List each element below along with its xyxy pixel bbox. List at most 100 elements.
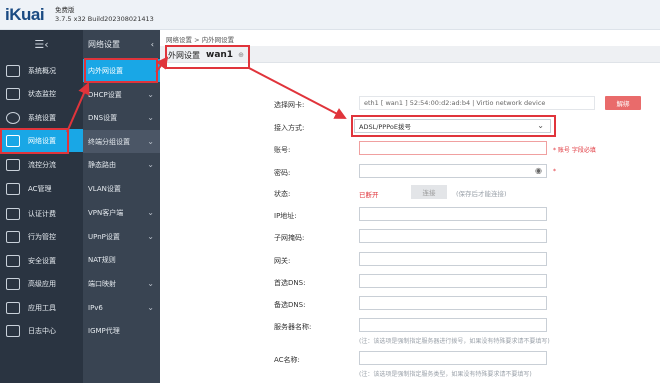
sidebar-item-label: 高级应用 bbox=[28, 279, 56, 288]
account-required-hint: * 账号 字段必填 bbox=[553, 147, 596, 154]
subnav-item-dns[interactable]: DNS设置 ⌄ bbox=[83, 106, 160, 129]
gear-icon bbox=[6, 111, 20, 124]
ip-input[interactable] bbox=[359, 207, 547, 221]
mask-input[interactable] bbox=[359, 229, 547, 243]
breadcrumb: 网络设置 > 内外网设置 bbox=[166, 36, 235, 44]
connect-note: (保存后才能连接) bbox=[456, 190, 507, 198]
subnav-item-label: UPnP设置 bbox=[88, 232, 120, 241]
eye-icon[interactable]: ◉ bbox=[535, 166, 542, 175]
sidebar-item-network[interactable]: 网络设置 bbox=[0, 129, 83, 152]
shield-icon bbox=[6, 254, 20, 267]
subnav-item-label: VPN客户端 bbox=[88, 208, 124, 217]
subnav-item-static-route[interactable]: 静态路由 ⌄ bbox=[83, 153, 160, 176]
dns1-label: 首选DNS: bbox=[274, 279, 306, 287]
connect-button[interactable]: 连接 bbox=[411, 185, 447, 199]
add-tab-icon[interactable]: ⊕ bbox=[238, 51, 244, 59]
subnav-item-label: DNS设置 bbox=[88, 113, 118, 122]
sidebar-item-label: 行为管控 bbox=[28, 232, 56, 241]
sidebar-item-monitor[interactable]: 状态监控 bbox=[0, 82, 83, 105]
sidebar-item-label: 状态监控 bbox=[28, 89, 56, 98]
account-input[interactable] bbox=[359, 141, 547, 155]
ikuai-logo: iKuai bbox=[5, 5, 45, 24]
access-label: 接入方式: bbox=[274, 124, 305, 132]
log-icon bbox=[6, 324, 20, 337]
subnav-item-label: 静态路由 bbox=[88, 160, 116, 169]
sidebar-item-label: 认证计费 bbox=[28, 209, 56, 218]
subnav-item-label: IPv6 bbox=[88, 303, 103, 312]
gateway-input[interactable] bbox=[359, 252, 547, 266]
dns1-input[interactable] bbox=[359, 274, 547, 288]
subnav-item-dhcp[interactable]: DHCP设置 ⌄ bbox=[83, 83, 160, 106]
password-label: 密码: bbox=[274, 169, 291, 177]
subnav-item-port-mapping[interactable]: 端口映射 ⌄ bbox=[83, 272, 160, 295]
subnav-item-label: NAT规则 bbox=[88, 255, 116, 264]
nic-select[interactable]: eth1 [ wan1 ] 52:54:00:d2:ad:b4 | Virtio… bbox=[359, 96, 595, 110]
server-name-input[interactable] bbox=[359, 318, 547, 332]
mask-label: 子网掩码: bbox=[274, 234, 305, 242]
sidebar-item-overview[interactable]: 系统概况 bbox=[0, 59, 83, 82]
chevron-down-icon: ⌄ bbox=[147, 160, 154, 169]
version-label: 3.7.5 x32 Build202308021413 bbox=[55, 15, 154, 23]
collapse-menu-icon[interactable]: ☰‹ bbox=[0, 30, 83, 59]
tab-name: wan1 bbox=[206, 50, 234, 60]
ac-name-label: AC名称: bbox=[274, 356, 300, 364]
subnav-item-upnp[interactable]: UPnP设置 ⌄ bbox=[83, 225, 160, 248]
subnav-item-label: 内外网设置 bbox=[88, 66, 123, 75]
tab-bar: 外网设置 wan1 ⊕ bbox=[160, 46, 660, 63]
subnav-item-label: VLAN设置 bbox=[88, 184, 121, 193]
account-label: 账号: bbox=[274, 146, 291, 154]
dns2-input[interactable] bbox=[359, 296, 547, 310]
monitor-icon bbox=[6, 87, 20, 100]
sidebar-item-ac[interactable]: AC管理 bbox=[0, 177, 83, 200]
gauge-icon bbox=[6, 64, 20, 77]
sidebar-item-label: AC管理 bbox=[28, 184, 52, 193]
sidebar-item-advanced[interactable]: 高级应用 bbox=[0, 272, 83, 295]
auth-icon bbox=[6, 207, 20, 220]
chevron-down-icon: ⌄ bbox=[537, 121, 544, 130]
subnav-item-vlan[interactable]: VLAN设置 bbox=[83, 177, 160, 200]
subnav-item-vpn[interactable]: VPN客户端 ⌄ bbox=[83, 201, 160, 224]
subnav-item-terminal-group[interactable]: 终端分组设置 ⌄ bbox=[83, 130, 160, 153]
subnav-header: 网络设置 ‹ bbox=[83, 30, 160, 59]
access-mode-select[interactable]: ADSL/PPPoE拨号 ⌄ bbox=[354, 119, 551, 133]
unbind-button[interactable]: 解绑 bbox=[605, 96, 641, 110]
flow-icon bbox=[6, 158, 20, 171]
chevron-down-icon: ⌄ bbox=[147, 113, 154, 122]
dns2-label: 备选DNS: bbox=[274, 301, 306, 309]
sidebar-item-behavior[interactable]: 行为管控 bbox=[0, 225, 83, 248]
chevron-left-icon[interactable]: ‹ bbox=[151, 40, 154, 49]
sidebar-item-tools[interactable]: 应用工具 bbox=[0, 296, 83, 319]
sidebar-item-system[interactable]: 系统设置 bbox=[0, 106, 83, 129]
subnav-item-igmp[interactable]: IGMP代理 bbox=[83, 319, 160, 342]
secondary-nav: 网络设置 ‹ 内外网设置 DHCP设置 ⌄ DNS设置 ⌄ 终端分组设置 ⌄ 静态路由 ⌄… bbox=[83, 30, 160, 383]
chevron-down-icon: ⌄ bbox=[147, 90, 154, 99]
ac-name-note: (注：该选项是强制指定服务类型，如果没有特殊要求请不要填写) bbox=[359, 371, 532, 378]
sidebar-item-auth[interactable]: 认证计费 bbox=[0, 202, 83, 225]
sidebar-item-flow[interactable]: 流控分流 bbox=[0, 153, 83, 176]
sidebar-item-label: 安全设置 bbox=[28, 256, 56, 265]
password-input[interactable]: ◉ bbox=[359, 164, 547, 178]
tab-label: 外网设置 bbox=[168, 50, 200, 60]
chevron-down-icon: ⌄ bbox=[147, 279, 154, 288]
subnav-item-nat[interactable]: NAT规则 bbox=[83, 248, 160, 271]
version-info: 免费版 3.7.5 x32 Build202308021413 bbox=[55, 6, 154, 24]
sidebar-item-label: 流控分流 bbox=[28, 160, 56, 169]
sidebar-item-security[interactable]: 安全设置 bbox=[0, 249, 83, 272]
network-icon bbox=[6, 134, 20, 147]
chevron-down-icon: ⌄ bbox=[147, 303, 154, 312]
server-name-note: (注：该选项是强制指定服务器进行拨号，如果没有特殊要求请不要填写) bbox=[359, 338, 550, 345]
subnav-item-lan-wan[interactable]: 内外网设置 bbox=[83, 59, 160, 82]
tools-icon bbox=[6, 301, 20, 314]
status-value: 已断开 bbox=[359, 191, 379, 199]
primary-sidebar: ☰‹ 系统概况 状态监控 系统设置 网络设置 流控分流 AC管理 认证计费 行为… bbox=[0, 30, 83, 383]
sidebar-item-label: 日志中心 bbox=[28, 326, 56, 335]
access-mode-value: ADSL/PPPoE拨号 bbox=[359, 123, 411, 131]
tab-wan1[interactable]: 外网设置 wan1 ⊕ bbox=[168, 48, 244, 62]
subnav-item-ipv6[interactable]: IPv6 ⌄ bbox=[83, 296, 160, 319]
nic-label: 选择网卡: bbox=[274, 101, 305, 109]
sidebar-item-log[interactable]: 日志中心 bbox=[0, 319, 83, 342]
ip-label: IP地址: bbox=[274, 212, 297, 220]
sidebar-item-label: 系统设置 bbox=[28, 113, 56, 122]
subnav-item-label: DHCP设置 bbox=[88, 90, 122, 99]
ac-name-input[interactable] bbox=[359, 351, 547, 365]
